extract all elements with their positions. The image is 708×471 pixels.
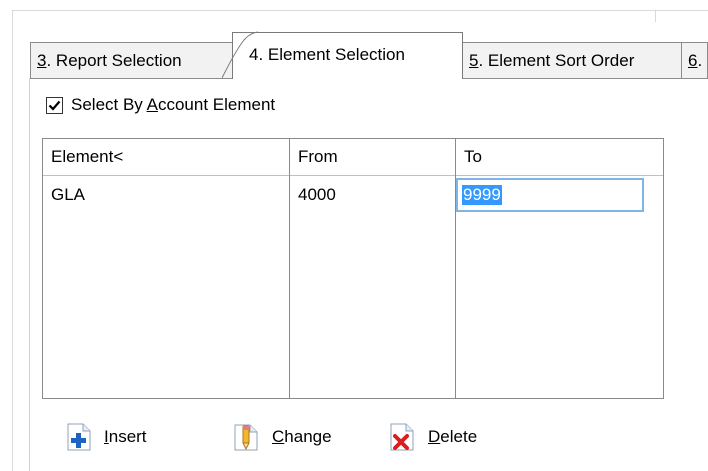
panel-left-border <box>12 10 13 471</box>
delete-icon <box>390 423 414 451</box>
checkbox-label-post: ccount Element <box>157 95 276 114</box>
checkmark-icon <box>48 100 61 111</box>
tab-label: . <box>697 51 703 70</box>
change-button[interactable]: Change <box>232 420 332 454</box>
tab-content-left-border <box>29 78 30 471</box>
cell-element[interactable]: GLA <box>51 185 85 205</box>
tab-report-selection[interactable]: 3. Report Selection <box>30 42 238 78</box>
delete-hotkey: D <box>428 427 441 446</box>
tab-label: . Element Selection <box>258 45 405 64</box>
insert-icon <box>67 423 91 451</box>
column-header-from[interactable]: From <box>298 147 338 167</box>
tab-slant-edge <box>222 31 259 79</box>
select-by-account-element-checkbox[interactable]: Select By Account Element <box>46 94 275 116</box>
delete-label: Delete <box>428 427 477 447</box>
insert-label: Insert <box>104 427 147 447</box>
checkbox-label: Select By Account Element <box>71 95 275 115</box>
panel-top-border <box>12 10 708 11</box>
checkbox-label-hotkey: A <box>146 95 158 114</box>
cell-to-value[interactable]: 9999 <box>462 185 502 205</box>
tab-element-sort-order[interactable]: 5. Element Sort Order <box>462 42 682 78</box>
panel-separator <box>655 10 656 22</box>
column-header-element[interactable]: Element< <box>51 147 123 167</box>
change-hotkey: C <box>272 427 285 446</box>
insert-button[interactable]: Insert <box>66 420 147 454</box>
delete-label-rest: elete <box>440 427 478 446</box>
tab-next[interactable]: 6. <box>681 42 708 78</box>
cell-to-editor[interactable]: 9999 <box>456 178 644 212</box>
insert-label-rest: nsert <box>108 427 147 446</box>
tab-label: . Report Selection <box>46 51 182 70</box>
cell-from[interactable]: 4000 <box>298 185 336 205</box>
change-label-rest: hange <box>284 427 332 446</box>
checkbox-box[interactable] <box>46 96 63 114</box>
grid-header <box>43 139 663 176</box>
tab-label: . Element Sort Order <box>478 51 635 70</box>
delete-button[interactable]: Delete <box>388 420 477 454</box>
column-header-to[interactable]: To <box>464 147 482 167</box>
change-label: Change <box>272 427 332 447</box>
checkbox-label-pre: Select By <box>71 95 147 114</box>
column-divider <box>289 139 290 398</box>
tab-element-selection[interactable]: 4. Element Selection <box>232 32 463 79</box>
change-icon <box>234 424 258 451</box>
